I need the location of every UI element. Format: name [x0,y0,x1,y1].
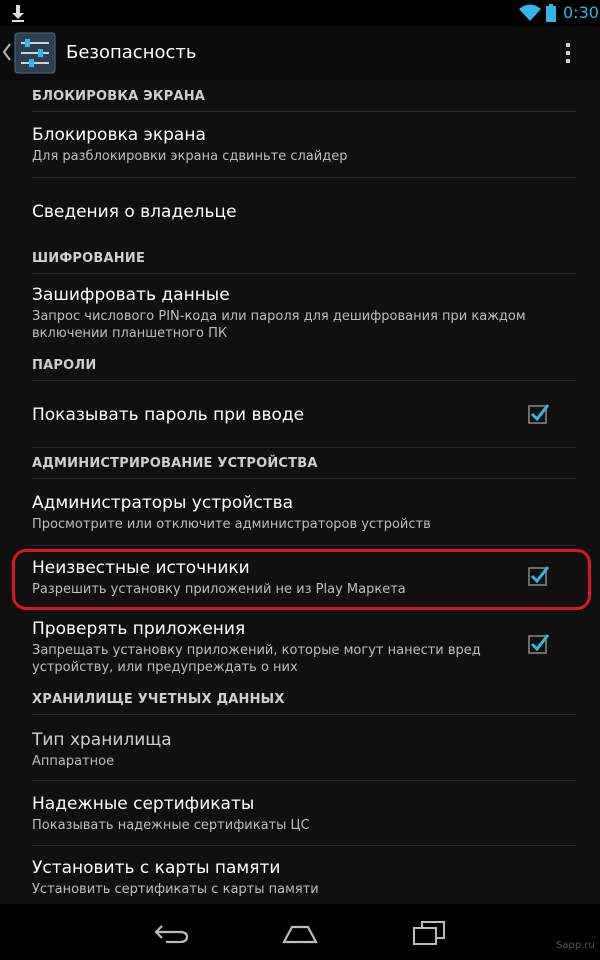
section-header-credential-storage: ХРАНИЛИЩЕ УЧЕТНЫХ ДАННЫХ [32,686,576,715]
pref-summary: Установить сертификаты с карты памяти [32,882,319,897]
navigation-bar: Sapp.ru [0,904,600,960]
section-header-device-admin: АДМИНИСТРИРОВАНИЕ УСТРОЙСТВА [32,450,576,479]
back-chevron-icon[interactable] [2,40,12,64]
pref-summary-line1: Запрос числового PIN-кода или пароля для… [32,309,526,324]
section-header-screen-lock: БЛОКИРОВКА ЭКРАНА [32,83,576,112]
pref-device-admins[interactable]: Администраторы устройства Просмотрите ил… [32,492,576,546]
pref-trusted-certificates[interactable]: Надежные сертификаты Показывать надежные… [32,793,576,846]
pref-summary: Показывать надежные сертификаты ЦС [32,818,310,833]
wifi-icon [519,4,541,21]
section-header-passwords: ПАРОЛИ [32,352,576,381]
pref-summary: Аппаратное [32,754,115,769]
back-icon[interactable] [154,922,190,944]
section-header-encryption: ШИФРОВАНИЕ [32,245,576,274]
settings-list: БЛОКИРОВКА ЭКРАНА Блокировка экрана Для … [0,80,600,904]
pref-storage-type: Тип хранилища Аппаратное [32,729,576,781]
home-icon[interactable] [282,922,318,944]
recent-apps-icon[interactable] [410,920,446,946]
pref-title: Блокировка экрана [32,125,206,145]
pref-summary-line2: включении планшетного ПК [32,326,228,341]
pref-screen-lock[interactable]: Блокировка экрана Для разблокировки экра… [32,124,576,178]
settings-sliders-icon[interactable] [14,32,56,74]
pref-summary: Для разблокировки экрана сдвиньте слайде… [32,149,348,164]
checkbox-checked-icon[interactable] [528,632,550,654]
pref-title: Администраторы устройства [32,493,294,513]
pref-title: Тип хранилища [32,730,172,750]
battery-icon [546,4,556,22]
pref-title: Установить с карты памяти [32,858,281,878]
pref-encrypt-data[interactable]: Зашифровать данные Запрос числового PIN-… [32,284,576,344]
watermark: Sapp.ru [556,940,595,951]
pref-title: Проверять приложения [32,619,246,639]
checkbox-checked-icon[interactable] [528,402,550,424]
status-time: 0:30 [563,3,599,22]
pref-title: Сведения о владельце [32,202,237,222]
pref-title: Зашифровать данные [32,285,230,305]
pref-show-password[interactable]: Показывать пароль при вводе [32,404,576,448]
status-bar: 0:30 [0,0,600,26]
download-icon [12,5,24,22]
overflow-menu-icon[interactable] [558,40,578,66]
pref-verify-apps[interactable]: Проверять приложения Запрещать установку… [32,618,576,678]
pref-summary-line1: Запрещать установку приложений, которые … [32,643,481,658]
action-bar: Безопасность [0,26,600,80]
pref-summary: Просмотрите или отключите администраторо… [32,517,431,532]
highlight-annotation [12,549,591,610]
pref-summary-line2: устройству, или предупреждать о них [32,660,298,675]
pref-owner-info[interactable]: Сведения о владельце [32,201,576,241]
pref-title: Надежные сертификаты [32,794,255,814]
pref-title: Показывать пароль при вводе [32,405,305,425]
pref-install-from-sd[interactable]: Установить с карты памяти Установить сер… [32,857,576,901]
page-title: Безопасность [66,42,197,63]
